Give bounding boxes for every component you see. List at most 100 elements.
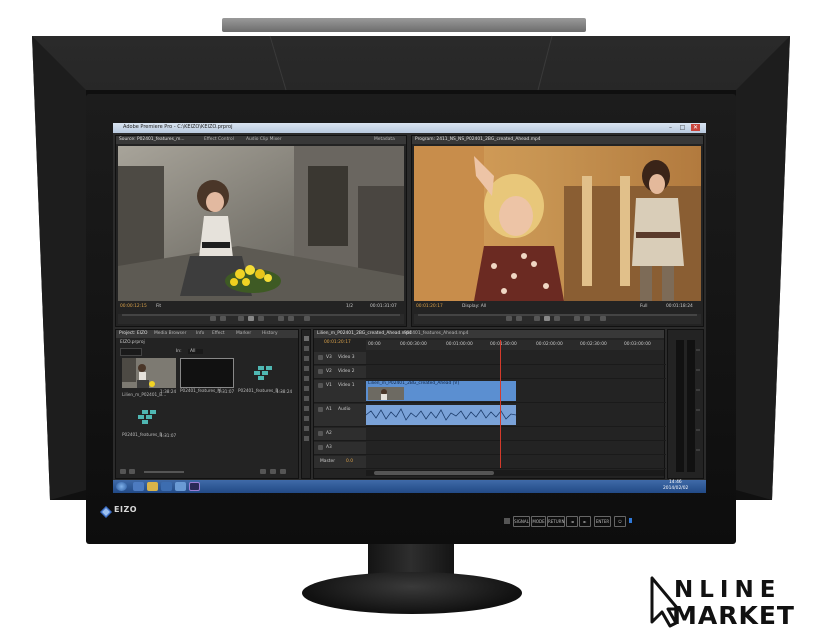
- speaker-icon[interactable]: [318, 445, 323, 450]
- maximize-icon[interactable]: □: [678, 124, 687, 131]
- timeline-timecode[interactable]: 00:01:20:17: [324, 340, 351, 345]
- lift-icon[interactable]: [574, 316, 580, 321]
- timeline-tracks: V3 Video 3 V2 Video 2 V1 Video 1 Lilien_…: [314, 340, 666, 469]
- icon-view-icon[interactable]: [129, 469, 135, 474]
- pen-tool-icon[interactable]: [304, 416, 309, 421]
- timeline-scroll-thumb[interactable]: [374, 471, 494, 475]
- export-frame-icon[interactable]: [600, 316, 606, 321]
- speaker-icon[interactable]: [318, 431, 323, 436]
- tab-metadata[interactable]: Metadata: [374, 137, 395, 142]
- source-fit-select[interactable]: Fit: [156, 304, 161, 309]
- program-scale-select[interactable]: Full: [640, 304, 648, 309]
- tab-info[interactable]: Info: [196, 331, 204, 336]
- right-button[interactable]: ►: [579, 516, 591, 527]
- minimize-icon[interactable]: –: [666, 124, 675, 131]
- project-item[interactable]: P02401_features_B... 1:31:07: [122, 402, 176, 438]
- video-clip[interactable]: Lilien_m_P02401_2BG_created_Ahead [V]: [366, 381, 516, 401]
- tab-markers[interactable]: Marker: [236, 331, 251, 336]
- track-a3[interactable]: A3: [314, 442, 666, 455]
- window-titlebar[interactable]: Adobe Premiere Pro - C:\KEIZO\KEIZO.prpr…: [113, 123, 706, 133]
- list-view-icon[interactable]: [120, 469, 126, 474]
- play-icon[interactable]: [544, 316, 550, 321]
- signal-button[interactable]: SIGNAL: [513, 516, 530, 527]
- step-back-icon[interactable]: [238, 316, 244, 321]
- track-select-tool-icon[interactable]: [304, 346, 309, 351]
- track-name: Video 3: [338, 355, 355, 360]
- track-master[interactable]: Master 0.0: [314, 456, 666, 469]
- source-scale-select[interactable]: 1/2: [346, 304, 353, 309]
- play-icon[interactable]: [248, 316, 254, 321]
- ie-taskbar-icon[interactable]: [133, 482, 144, 491]
- project-item[interactable]: P02401_features_M... 1:31:07: [180, 358, 234, 394]
- project-item[interactable]: Lilien_m_P02401_B... 1:38:24: [122, 358, 176, 397]
- explorer-taskbar-icon[interactable]: [147, 482, 158, 491]
- track-v3[interactable]: V3 Video 3: [314, 352, 666, 365]
- rolling-edit-tool-icon[interactable]: [304, 366, 309, 371]
- close-icon[interactable]: ✕: [691, 124, 700, 131]
- step-back-icon[interactable]: [534, 316, 540, 321]
- new-bin-icon[interactable]: [260, 469, 266, 474]
- selection-tool-icon[interactable]: [304, 336, 309, 341]
- extract-icon[interactable]: [584, 316, 590, 321]
- tab-history[interactable]: History: [262, 331, 278, 336]
- insert-icon[interactable]: [278, 316, 284, 321]
- return-button[interactable]: RETURN: [547, 516, 565, 527]
- zoom-slider[interactable]: [144, 471, 184, 473]
- export-frame-icon[interactable]: [304, 316, 310, 321]
- track-a1[interactable]: A1 Audio: [314, 404, 666, 427]
- mark-in-icon[interactable]: [210, 316, 216, 321]
- media-taskbar-icon[interactable]: [161, 482, 172, 491]
- delete-icon[interactable]: [280, 469, 286, 474]
- tab-media-browser[interactable]: Media Browser: [154, 331, 186, 336]
- project-item[interactable]: P02401_features_B... 1:38:24: [238, 358, 292, 394]
- zoom-tool-icon[interactable]: [304, 436, 309, 441]
- slide-tool-icon[interactable]: [304, 406, 309, 411]
- eye-icon[interactable]: [318, 369, 323, 374]
- master-volume[interactable]: 0.0: [346, 459, 353, 464]
- mark-in-icon[interactable]: [506, 316, 512, 321]
- step-forward-icon[interactable]: [258, 316, 264, 321]
- ripple-edit-tool-icon[interactable]: [304, 356, 309, 361]
- tab-sequence-2[interactable]: P02401_features_Ahead.mp4: [404, 331, 468, 336]
- eye-icon[interactable]: [318, 355, 323, 360]
- track-header: A3: [314, 442, 366, 454]
- tab-audio-clip-mixer[interactable]: Audio Clip Mixer: [246, 137, 282, 142]
- playhead[interactable]: [500, 340, 501, 468]
- timeline-scrollbar[interactable]: [366, 470, 664, 476]
- tab-sequence-1[interactable]: Lilien_m_P02401_2BG_created_Ahead.mp4: [317, 331, 412, 336]
- tab-effects[interactable]: Effect: [212, 331, 225, 336]
- step-forward-icon[interactable]: [554, 316, 560, 321]
- source-timecode-in[interactable]: 00:00:12:15: [120, 304, 147, 309]
- program-timecode-in[interactable]: 00:01:20:17: [416, 304, 443, 309]
- left-button[interactable]: ◄: [566, 516, 578, 527]
- tab-program[interactable]: Program: 2411_NS_NS_P02401_2BG_created_A…: [415, 137, 541, 142]
- enter-button[interactable]: ENTER: [594, 516, 611, 527]
- windows-start-icon[interactable]: [116, 482, 127, 491]
- slip-tool-icon[interactable]: [304, 396, 309, 401]
- program-fit-select[interactable]: Display: All: [462, 304, 486, 309]
- tab-source[interactable]: Source: P02401_features_m...: [119, 137, 185, 142]
- track-v1[interactable]: V1 Video 1 Lilien_m_P02401_2BG_created_A…: [314, 380, 666, 403]
- razor-tool-icon[interactable]: [304, 386, 309, 391]
- mode-button[interactable]: MODE: [531, 516, 546, 527]
- mark-out-icon[interactable]: [220, 316, 226, 321]
- audio-clip-waveform[interactable]: [366, 405, 516, 425]
- tab-effect-controls[interactable]: Effect Control: [204, 137, 234, 142]
- track-v2[interactable]: V2 Video 2: [314, 366, 666, 379]
- rate-stretch-tool-icon[interactable]: [304, 376, 309, 381]
- project-panel: Project: EIZO Media Browser Info Effect …: [115, 329, 299, 479]
- in-filter-select[interactable]: All: [188, 349, 204, 354]
- app-taskbar-icon[interactable]: [175, 482, 186, 491]
- overwrite-icon[interactable]: [288, 316, 294, 321]
- eye-icon[interactable]: [318, 383, 323, 388]
- new-item-icon[interactable]: [270, 469, 276, 474]
- tab-project[interactable]: Project: EIZO: [119, 331, 147, 336]
- premiere-app-icon[interactable]: [189, 482, 200, 491]
- mark-out-icon[interactable]: [516, 316, 522, 321]
- project-search-input[interactable]: [120, 348, 142, 356]
- speaker-icon[interactable]: [318, 407, 323, 412]
- timeline-ruler[interactable]: 00:00 00:00:30:00 00:01:00:00 00:01:30:0…: [366, 340, 664, 350]
- track-a2[interactable]: A2: [314, 428, 666, 441]
- hand-tool-icon[interactable]: [304, 426, 309, 431]
- power-icon[interactable]: ⏻: [614, 516, 626, 527]
